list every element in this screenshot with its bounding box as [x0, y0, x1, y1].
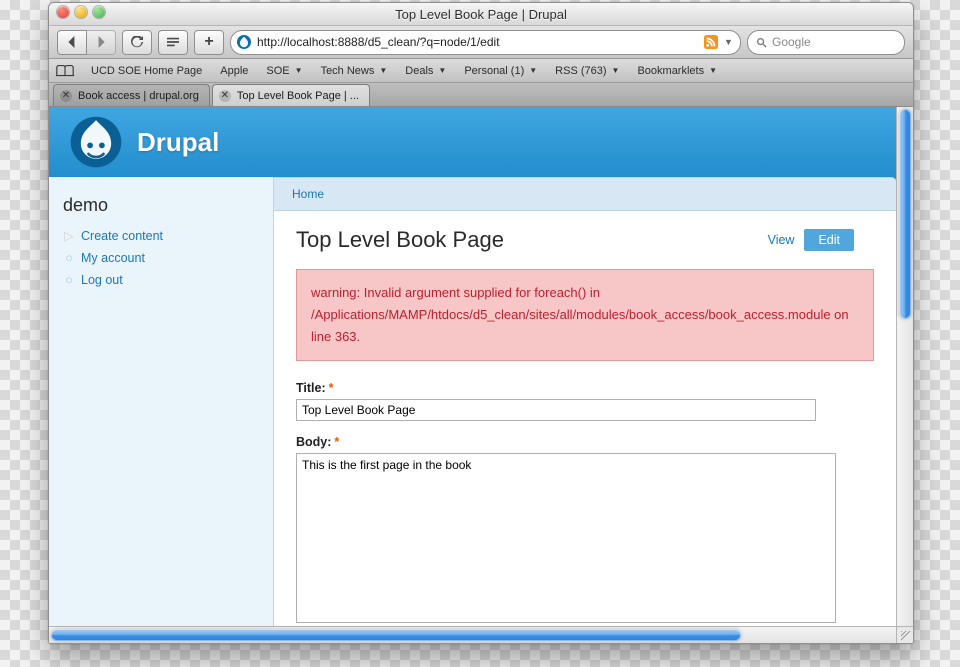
horizontal-scrollbar[interactable]: [49, 626, 897, 643]
add-bookmark-button[interactable]: +: [194, 30, 224, 55]
horizontal-scroll-thumb[interactable]: [51, 629, 741, 641]
browser-window: Top Level Book Page | Drupal + http://lo…: [48, 2, 914, 644]
sidebar-item-create-content[interactable]: ▷ Create content: [63, 228, 259, 243]
bookmark-item[interactable]: Apple: [212, 63, 256, 79]
chevron-down-icon: ▼: [438, 66, 446, 75]
body-textarea[interactable]: This is the first page in the book: [296, 453, 836, 623]
sidebar-link[interactable]: Create content: [81, 229, 163, 243]
sidebar-link[interactable]: My account: [81, 251, 145, 265]
vertical-scrollbar[interactable]: [896, 107, 913, 627]
search-field[interactable]: Google: [747, 30, 905, 55]
breadcrumb: Home: [274, 177, 897, 211]
browser-tab[interactable]: ✕ Book access | drupal.org: [53, 84, 210, 106]
tab-strip: ✕ Book access | drupal.org ✕ Top Level B…: [49, 83, 913, 107]
tab-edit-active[interactable]: Edit: [804, 229, 854, 251]
field-body: Body:* This is the first page in the boo…: [296, 435, 874, 626]
circle-bullet-icon: ○: [63, 251, 75, 265]
local-tabs: View Edit: [768, 229, 854, 251]
triangle-bullet-icon: ▷: [63, 228, 75, 243]
sidebar-item-my-account[interactable]: ○ My account: [63, 251, 259, 265]
circle-bullet-icon: ○: [63, 273, 75, 287]
site-header: Drupal: [49, 107, 897, 177]
search-placeholder: Google: [772, 35, 811, 49]
title-input[interactable]: [296, 399, 816, 421]
bookmarks-menu-icon[interactable]: [55, 64, 75, 78]
reader-button[interactable]: [158, 30, 188, 55]
site-favicon-icon: [237, 35, 251, 49]
address-dropdown-icon[interactable]: ▼: [724, 37, 734, 47]
sidebar-item-log-out[interactable]: ○ Log out: [63, 273, 259, 287]
sidebar-link[interactable]: Log out: [81, 273, 123, 287]
bookmark-folder[interactable]: RSS (763)▼: [547, 63, 627, 79]
resize-grip-icon: [901, 631, 911, 641]
content-area: Top Level Book Page View Edit warning: I…: [274, 211, 897, 627]
rss-icon[interactable]: [704, 35, 718, 49]
window-titlebar: Top Level Book Page | Drupal: [49, 3, 913, 26]
main-column: Home Top Level Book Page View Edit warni…: [274, 177, 897, 627]
window-title: Top Level Book Page | Drupal: [395, 7, 567, 22]
bookmark-folder[interactable]: Deals▼: [397, 63, 454, 79]
chevron-down-icon: ▼: [612, 66, 620, 75]
page-viewport: Drupal demo ▷ Create content ○ My ac: [49, 107, 913, 643]
bookmark-item[interactable]: UCD SOE Home Page: [83, 63, 210, 79]
resize-corner[interactable]: [896, 626, 913, 643]
window-minimize-button[interactable]: [75, 6, 87, 18]
vertical-scroll-thumb[interactable]: [899, 109, 911, 319]
tab-view[interactable]: View: [768, 233, 795, 247]
sidebar: demo ▷ Create content ○ My account: [49, 177, 274, 627]
page-title: Top Level Book Page: [296, 227, 504, 253]
drupal-logo-icon[interactable]: [69, 115, 123, 169]
drupal-page: Drupal demo ▷ Create content ○ My ac: [49, 107, 897, 627]
bookmark-folder[interactable]: Personal (1)▼: [456, 63, 545, 79]
browser-toolbar: + http://localhost:8888/d5_clean/?q=node…: [49, 26, 913, 59]
tab-label: Top Level Book Page | ...: [237, 90, 359, 102]
bookmark-folder[interactable]: Bookmarklets▼: [629, 63, 725, 79]
address-bar[interactable]: http://localhost:8888/d5_clean/?q=node/1…: [230, 30, 741, 55]
nav-forward-button[interactable]: [87, 30, 116, 55]
bookmark-folder[interactable]: Tech News▼: [313, 63, 396, 79]
tab-close-icon[interactable]: ✕: [219, 90, 231, 102]
site-name[interactable]: Drupal: [137, 127, 219, 158]
field-body-label: Body:*: [296, 435, 339, 449]
browser-tab-active[interactable]: ✕ Top Level Book Page | ...: [212, 84, 370, 106]
tab-close-icon[interactable]: ✕: [60, 90, 72, 102]
breadcrumb-home[interactable]: Home: [292, 187, 324, 201]
window-close-button[interactable]: [57, 6, 69, 18]
nav-back-button[interactable]: [57, 30, 87, 55]
required-marker-icon: *: [334, 435, 339, 449]
chevron-down-icon: ▼: [379, 66, 387, 75]
bookmarks-bar: UCD SOE Home Page Apple SOE▼ Tech News▼ …: [49, 59, 913, 83]
window-zoom-button[interactable]: [93, 6, 105, 18]
required-marker-icon: *: [329, 381, 334, 395]
field-title-label: Title:*: [296, 381, 334, 395]
window-controls: [57, 6, 105, 18]
bookmark-folder[interactable]: SOE▼: [258, 63, 310, 79]
search-icon: [756, 37, 767, 48]
warning-message: warning: Invalid argument supplied for f…: [296, 269, 874, 361]
reload-button[interactable]: [122, 30, 152, 55]
field-title: Title:*: [296, 381, 874, 421]
chevron-down-icon: ▼: [709, 66, 717, 75]
tab-label: Book access | drupal.org: [78, 90, 199, 102]
chevron-down-icon: ▼: [529, 66, 537, 75]
chevron-down-icon: ▼: [295, 66, 303, 75]
address-bar-text: http://localhost:8888/d5_clean/?q=node/1…: [257, 35, 698, 49]
sidebar-username: demo: [63, 195, 259, 216]
